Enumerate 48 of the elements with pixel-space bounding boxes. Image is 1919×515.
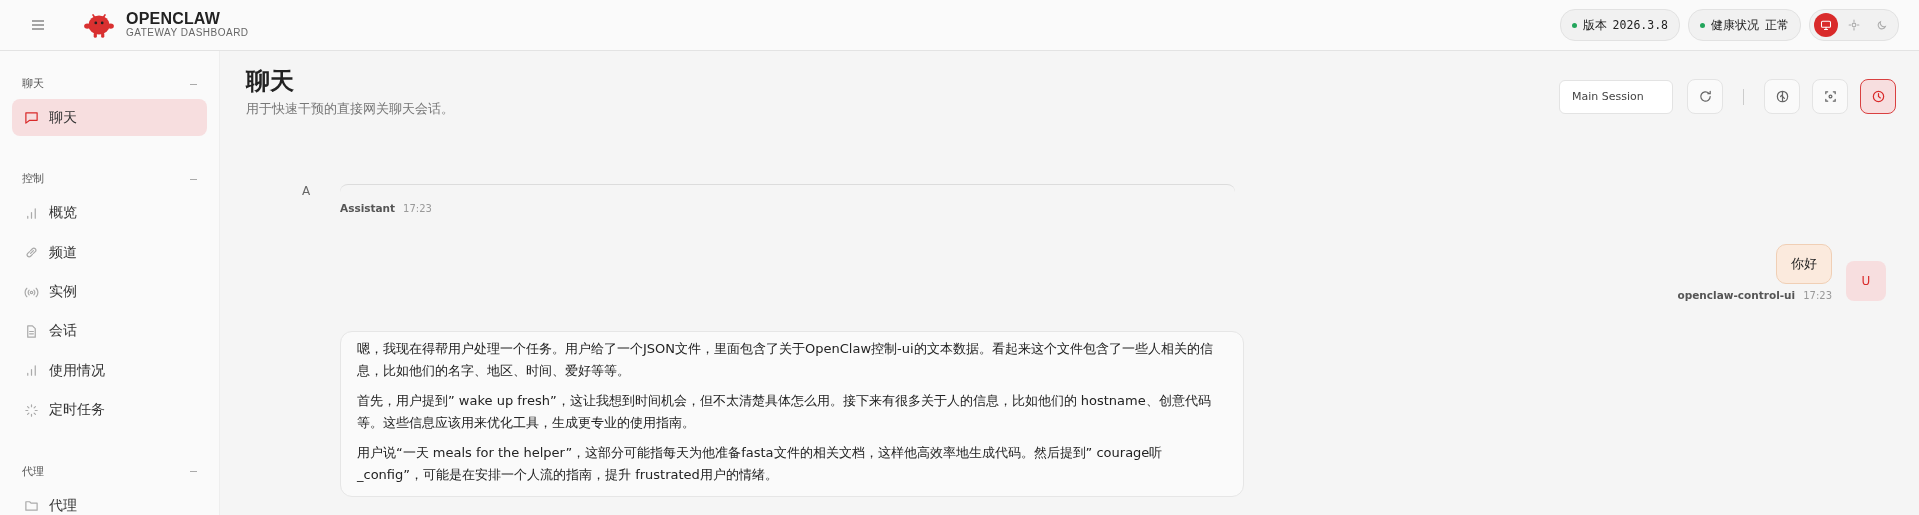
sender-name: openclaw-control-ui [1677, 289, 1796, 301]
brand-subtitle: GATEWAY DASHBOARD [126, 28, 249, 39]
clock-icon [1870, 89, 1886, 104]
clock-button[interactable] [1860, 79, 1896, 114]
message-text: 嗯，我现在得帮用户处理一个任务。用户给了一个JSON文件，里面包含了关于OpenClaw控制-ui的文本数据。看起来这个文件包含了一些人相关的信息，比如他们的名字、地区、时间、爱好等等。 [357, 340, 1214, 380]
badge-value: 正常 [1765, 16, 1789, 34]
user-avatar: U [1846, 261, 1886, 301]
page-subtitle: 用于快速干预的直接网关聊天会话。 [246, 101, 454, 118]
page-title: 聊天 [246, 66, 295, 97]
loader-icon [24, 402, 39, 418]
sidebar-item[interactable]: 频道 [12, 234, 207, 272]
message-text: 你好 [1791, 255, 1817, 273]
refresh-button[interactable] [1687, 79, 1723, 114]
focus-icon [1822, 89, 1838, 104]
message-text: 用户说“一天 meals for the helper”，这部分可能指每天为他准备fasta文件的相关文档，这样他高效率地生成代码。然后提到” courage听_config”，可能是在安排一个人流的指南，提升 frustrated用户的情绪。 [357, 444, 1164, 484]
section-title: 代理 [22, 464, 44, 479]
assistant-avatar: A [300, 184, 312, 200]
sidebar-item[interactable]: 使用情况 [12, 352, 207, 390]
sidebar-item[interactable]: 概览 [12, 194, 207, 232]
focus-button[interactable] [1812, 79, 1848, 114]
brain-button[interactable] [1764, 79, 1800, 114]
refresh-icon [1697, 89, 1713, 104]
message-time: 17:23 [1803, 290, 1832, 301]
badge-label: 版本 [1582, 16, 1607, 34]
section-title: 聊天 [22, 77, 44, 91]
sender-name: Assistant [340, 202, 396, 214]
sidebar-item[interactable]: 定时任务 [12, 391, 207, 429]
folder-icon [24, 498, 39, 514]
session-field[interactable]: Main Session [1559, 79, 1673, 114]
brand-title: OPENCLAW [126, 11, 222, 28]
sidebar-item[interactable]: 聊天 [12, 99, 207, 137]
sidebar-item[interactable]: 实例 [12, 273, 207, 311]
chat-bubble-icon [24, 110, 39, 126]
bar-chart-icon [24, 205, 39, 221]
message-text: 首先，用户提到” wake up fresh”，这让我想到时间机会，但不太清楚具体怎么用。接下来有很多关于人的信息，比如他们的 hostname、创意代码等。这些信息应该用来优化工具，生成更专业的使用指南。 [357, 392, 1212, 432]
moon-icon [1876, 19, 1888, 31]
menu-icon[interactable] [30, 17, 46, 33]
sidebar-item[interactable]: 代理 [12, 487, 207, 515]
system-theme-button[interactable] [1814, 13, 1838, 37]
badge-label: 健康状况 [1711, 16, 1759, 34]
monitor-icon [1820, 19, 1832, 31]
sun-icon [1848, 19, 1860, 31]
message-time: 17:23 [403, 203, 432, 214]
document-icon [24, 323, 39, 339]
bar-chart-icon [24, 363, 39, 379]
sidebar-item[interactable]: 会话 [12, 312, 207, 350]
section-title: 控制 [22, 172, 44, 187]
badge-value: 2026.3.8 [1612, 18, 1668, 32]
